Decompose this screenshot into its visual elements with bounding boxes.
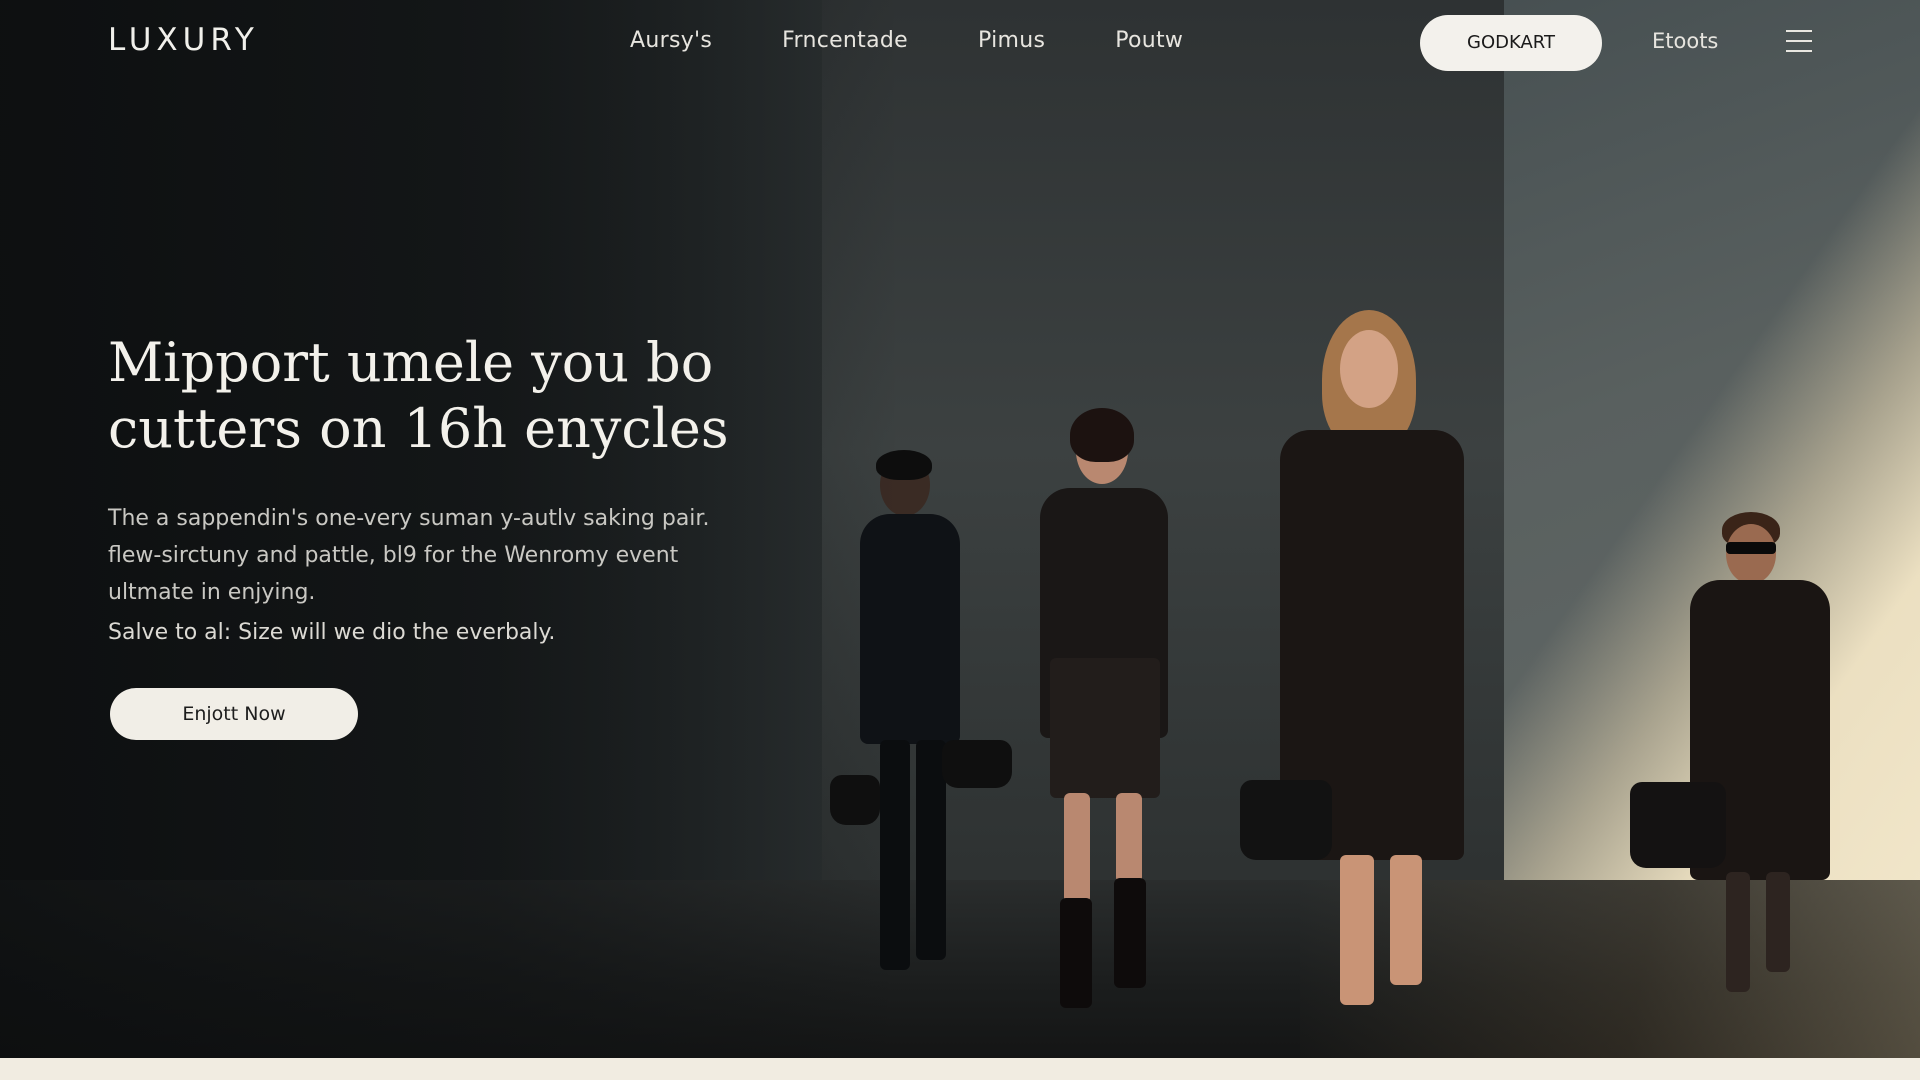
hero-headline: Mipport umele you bo cutters on 16h enyc…	[108, 331, 729, 460]
nav-links: Aursy's Frncentade Pimus Poutw	[630, 28, 1183, 53]
hero-description: The a sappendin's one-very suman y-autlv…	[108, 506, 710, 605]
hamburger-menu-icon[interactable]	[1786, 30, 1812, 52]
footer-strip	[0, 1058, 1920, 1080]
model-woman-sunglasses	[1630, 512, 1860, 1002]
cart-button[interactable]: GODKART	[1420, 15, 1602, 71]
nav-link-4[interactable]: Poutw	[1115, 28, 1183, 53]
shop-now-button[interactable]: Enjott Now	[110, 688, 358, 740]
hero-subtext: Salve to al: Size will we dio the everba…	[108, 620, 556, 645]
model-woman-long-coat	[1240, 310, 1500, 1058]
top-navigation: LUXURY Aursy's Frncentade Pimus Poutw GO…	[0, 0, 1920, 86]
nav-extra-link[interactable]: Etoots	[1652, 29, 1718, 53]
nav-link-3[interactable]: Pimus	[978, 28, 1045, 53]
sunglasses	[1726, 542, 1776, 554]
nav-link-1[interactable]: Aursy's	[630, 28, 712, 53]
model-woman-leather	[1010, 408, 1210, 1048]
brand-logo[interactable]: LUXURY	[108, 22, 259, 58]
nav-link-2[interactable]: Frncentade	[782, 28, 908, 53]
